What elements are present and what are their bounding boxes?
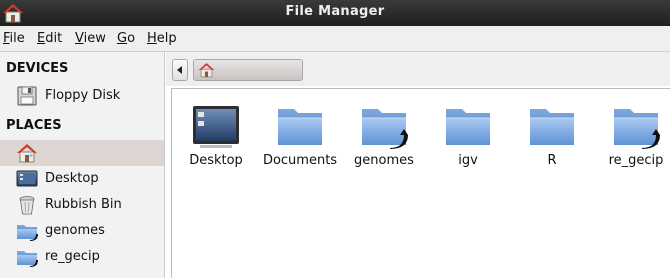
sidebar-item-re-gecip[interactable]: re_gecip <box>0 244 164 270</box>
menu-help[interactable]: Help <box>147 31 177 46</box>
file-item-desktop[interactable]: Desktop <box>176 105 256 175</box>
sidebar-item-label: genomes <box>45 223 105 238</box>
file-name: R <box>547 153 557 168</box>
folder-icon <box>17 251 38 267</box>
file-view: Desktop Documents genomes igv R re_gecip <box>171 88 670 278</box>
path-bar <box>166 52 670 86</box>
sidebar-item-label: Rubbish Bin <box>45 197 122 212</box>
file-item-documents[interactable]: Documents <box>260 105 340 175</box>
folder-icon <box>530 109 574 145</box>
window-title: File Manager <box>285 4 385 19</box>
menu-view[interactable]: View <box>75 31 106 46</box>
file-name: Documents <box>262 153 338 168</box>
home-folder-icon <box>198 63 215 78</box>
sidebar-item-home[interactable] <box>0 140 164 166</box>
file-item-genomes[interactable]: genomes <box>344 105 424 175</box>
file-item-re-gecip[interactable]: re_gecip <box>596 105 670 175</box>
sidebar-item-floppy-disk[interactable]: Floppy Disk <box>0 83 164 109</box>
folder-icon <box>362 109 408 149</box>
folder-icon <box>614 109 660 149</box>
floppy-disk-icon <box>17 86 37 106</box>
menu-go[interactable]: Go <box>117 31 135 46</box>
folder-icon <box>446 109 490 145</box>
menu-file[interactable]: File <box>3 31 25 46</box>
sidebar-item-desktop[interactable]: Desktop <box>0 166 164 192</box>
file-item-igv[interactable]: igv <box>428 105 508 175</box>
sidebar-item-rubbish-bin[interactable]: Rubbish Bin <box>0 192 164 218</box>
trash-icon <box>19 196 35 215</box>
folder-icon <box>278 109 322 145</box>
file-name: re_gecip <box>608 153 664 168</box>
desktop-icon <box>193 106 239 148</box>
places-header: PLACES <box>6 118 62 133</box>
file-name: Desktop <box>189 153 243 168</box>
sidebar: DEVICES Floppy Disk PLACES Desktop Rubbi… <box>0 52 165 278</box>
folder-icon <box>17 225 38 241</box>
sidebar-item-label: re_gecip <box>45 249 100 264</box>
title-bar: File Manager <box>0 0 670 26</box>
sidebar-item-label: Floppy Disk <box>45 88 121 103</box>
menu-bar: File Edit View Go Help <box>0 26 670 52</box>
menu-edit[interactable]: Edit <box>37 31 62 46</box>
file-name: igv <box>458 153 478 168</box>
breadcrumb-home[interactable] <box>193 59 303 81</box>
back-button[interactable] <box>172 59 188 81</box>
sidebar-item-label: Desktop <box>45 171 99 186</box>
file-item-r[interactable]: R <box>512 105 592 175</box>
home-folder-icon <box>17 144 37 163</box>
sidebar-item-genomes[interactable]: genomes <box>0 218 164 244</box>
desktop-icon <box>16 170 38 187</box>
devices-header: DEVICES <box>6 61 69 76</box>
file-name: genomes <box>354 153 414 168</box>
